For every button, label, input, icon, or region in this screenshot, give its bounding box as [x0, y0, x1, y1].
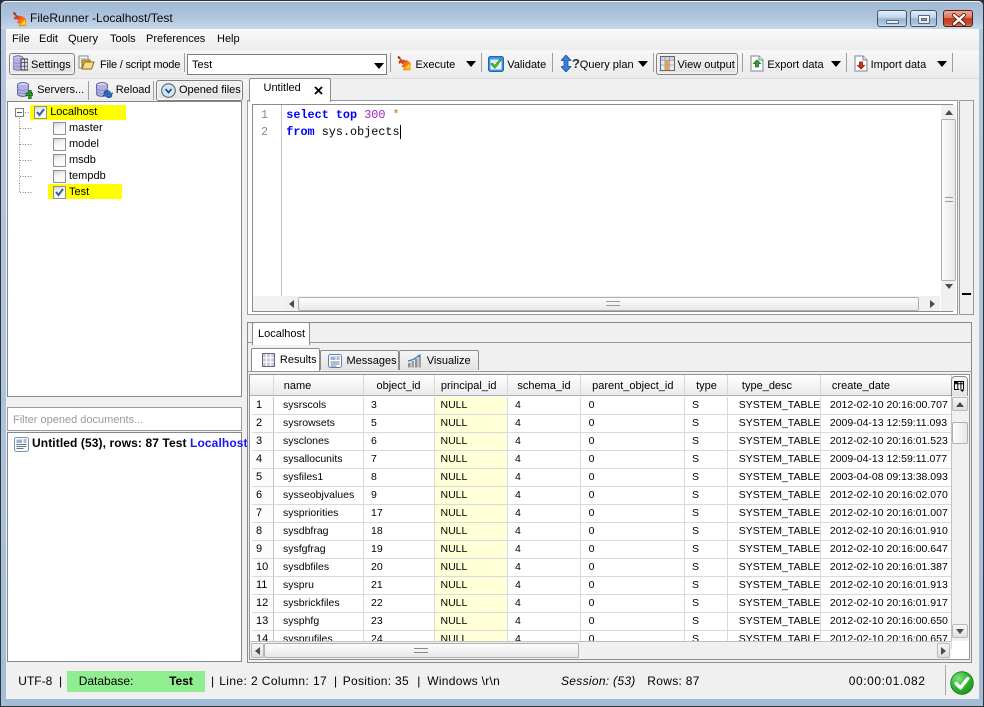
svg-text:?: ? — [572, 56, 580, 71]
